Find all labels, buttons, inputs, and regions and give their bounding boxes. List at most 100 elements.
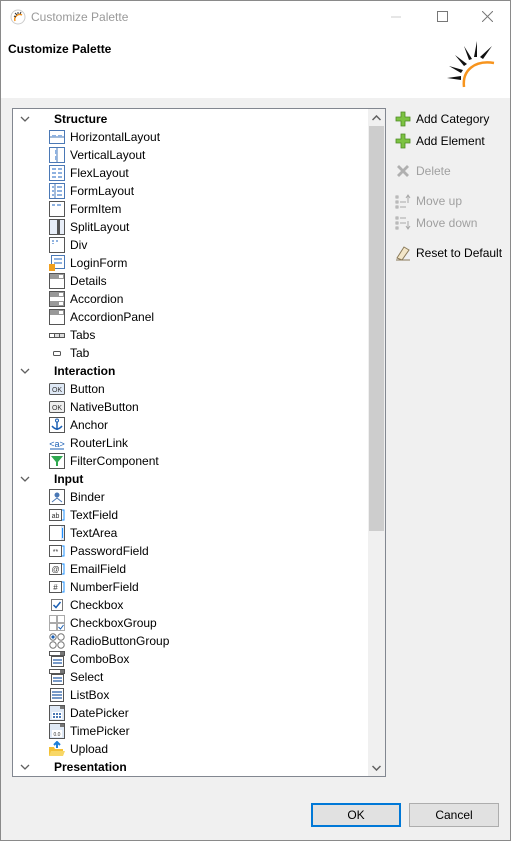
palette-item-label: TextArea — [70, 526, 118, 540]
palette-item-label: VerticalLayout — [70, 148, 146, 162]
palette-item[interactable]: FormItem — [13, 200, 368, 218]
palette-item[interactable]: # NumberField — [13, 578, 368, 596]
radio-button-group-icon — [49, 633, 65, 649]
palette-item[interactable]: Tab — [13, 344, 368, 362]
palette-item[interactable]: ComboBox — [13, 650, 368, 668]
palette-item[interactable]: 0.0 TimePicker — [13, 722, 368, 740]
checkbox-group-icon — [49, 615, 65, 631]
category-interaction[interactable]: Interaction — [13, 362, 368, 380]
svg-text:OK: OK — [52, 387, 62, 394]
move-up-label: Move up — [416, 194, 463, 208]
svg-text:#: # — [53, 583, 58, 592]
palette-item-label: TextField — [70, 508, 119, 522]
chevron-down-icon — [372, 764, 381, 771]
palette-item[interactable]: DatePicker — [13, 704, 368, 722]
palette-item[interactable]: ** PasswordField — [13, 542, 368, 560]
palette-item[interactable]: FilterComponent — [13, 452, 368, 470]
palette-item[interactable]: Select — [13, 668, 368, 686]
add-category-button[interactable]: Add Category — [393, 109, 489, 129]
move-down-button[interactable]: Move down — [393, 213, 477, 233]
tree-vertical-scrollbar[interactable] — [368, 109, 385, 776]
form-layout-icon — [49, 183, 65, 199]
scroll-thumb[interactable] — [369, 126, 384, 531]
palette-item[interactable]: Checkbox — [13, 596, 368, 614]
filter-icon — [49, 453, 65, 469]
category-label: Structure — [54, 112, 108, 126]
palette-item[interactable]: @ EmailField — [13, 560, 368, 578]
add-icon — [395, 133, 411, 149]
palette-item[interactable]: <a> RouterLink — [13, 434, 368, 452]
palette-item[interactable]: ab TextField — [13, 506, 368, 524]
delete-icon — [397, 165, 409, 177]
palette-item[interactable]: CheckboxGroup — [13, 614, 368, 632]
flex-layout-icon — [49, 165, 65, 181]
palette-item[interactable]: Accordion — [13, 290, 368, 308]
palette-item[interactable]: VerticalLayout — [13, 146, 368, 164]
palette-item-label: Tabs — [70, 328, 96, 342]
palette-item[interactable]: ListBox — [13, 686, 368, 704]
palette-item[interactable]: FlexLayout — [13, 164, 368, 182]
reset-label: Reset to Default — [416, 246, 503, 260]
split-layout-icon — [49, 219, 65, 235]
scroll-up-button[interactable] — [368, 109, 385, 126]
palette-item[interactable]: LoginForm — [13, 254, 368, 272]
chevron-down-icon[interactable] — [19, 364, 31, 378]
app-logo-icon — [10, 9, 26, 25]
chevron-down-icon[interactable] — [19, 112, 31, 126]
close-icon — [481, 11, 493, 22]
palette-item[interactable]: TextArea — [13, 524, 368, 542]
palette-item-label: CheckboxGroup — [70, 616, 157, 630]
palette-item[interactable]: OK Button — [13, 380, 368, 398]
palette-item-label: PasswordField — [70, 544, 149, 558]
select-icon — [49, 669, 65, 685]
palette-item[interactable]: Div — [13, 236, 368, 254]
ok-button[interactable]: OK — [311, 803, 401, 827]
delete-button[interactable]: Delete — [393, 161, 451, 181]
email-field-icon: @ — [49, 563, 65, 575]
tab-icon — [53, 351, 61, 356]
palette-item[interactable]: AccordionPanel — [13, 308, 368, 326]
maximize-button[interactable] — [419, 1, 465, 32]
move-up-button[interactable]: Move up — [393, 191, 462, 211]
palette-item[interactable]: Tabs — [13, 326, 368, 344]
accordion-panel-icon — [49, 309, 65, 325]
palette-item-label: DatePicker — [70, 706, 129, 720]
palette-item-label: FormItem — [70, 202, 122, 216]
category-structure[interactable]: Structure — [13, 110, 368, 128]
category-input[interactable]: Input — [13, 470, 368, 488]
cancel-button[interactable]: Cancel — [409, 803, 499, 827]
palette-item[interactable]: FormLayout — [13, 182, 368, 200]
sun-logo-icon — [447, 41, 495, 88]
chevron-down-icon[interactable] — [19, 472, 31, 486]
chevron-down-icon[interactable] — [19, 760, 31, 774]
palette-item[interactable]: HorizontalLayout — [13, 128, 368, 146]
palette-item[interactable]: SplitLayout — [13, 218, 368, 236]
category-presentation[interactable]: Presentation — [13, 758, 368, 776]
upload-icon — [49, 741, 65, 756]
maximize-icon — [436, 11, 448, 22]
palette-item[interactable]: OK NativeButton — [13, 398, 368, 416]
palette-item-label: NumberField — [70, 580, 139, 594]
router-link-icon: <a> — [49, 439, 65, 450]
palette-tree[interactable]: Structure HorizontalLayout VerticalLayout F… — [12, 108, 386, 777]
palette-item-label: FilterComponent — [70, 454, 159, 468]
minimize-button[interactable] — [373, 1, 419, 32]
accordion-icon — [49, 291, 65, 307]
add-category-label: Add Category — [416, 112, 490, 126]
reset-to-default-button[interactable]: Reset to Default — [393, 243, 502, 263]
palette-item[interactable]: Anchor — [13, 416, 368, 434]
palette-item[interactable]: Upload — [13, 740, 368, 758]
text-field-icon: ab — [49, 509, 65, 521]
move-up-icon — [395, 194, 411, 209]
add-element-button[interactable]: Add Element — [393, 131, 485, 151]
palette-item[interactable]: RadioButtonGroup — [13, 632, 368, 650]
dialog-heading: Customize Palette — [8, 42, 112, 56]
close-button[interactable] — [464, 1, 510, 32]
palette-item-label: ListBox — [70, 688, 110, 702]
native-button-icon: OK — [49, 401, 65, 413]
palette-item[interactable]: Binder — [13, 488, 368, 506]
scroll-down-button[interactable] — [368, 759, 385, 776]
palette-item[interactable]: Details — [13, 272, 368, 290]
palette-item-label: Details — [70, 274, 107, 288]
palette-item-label: Accordion — [70, 292, 124, 306]
